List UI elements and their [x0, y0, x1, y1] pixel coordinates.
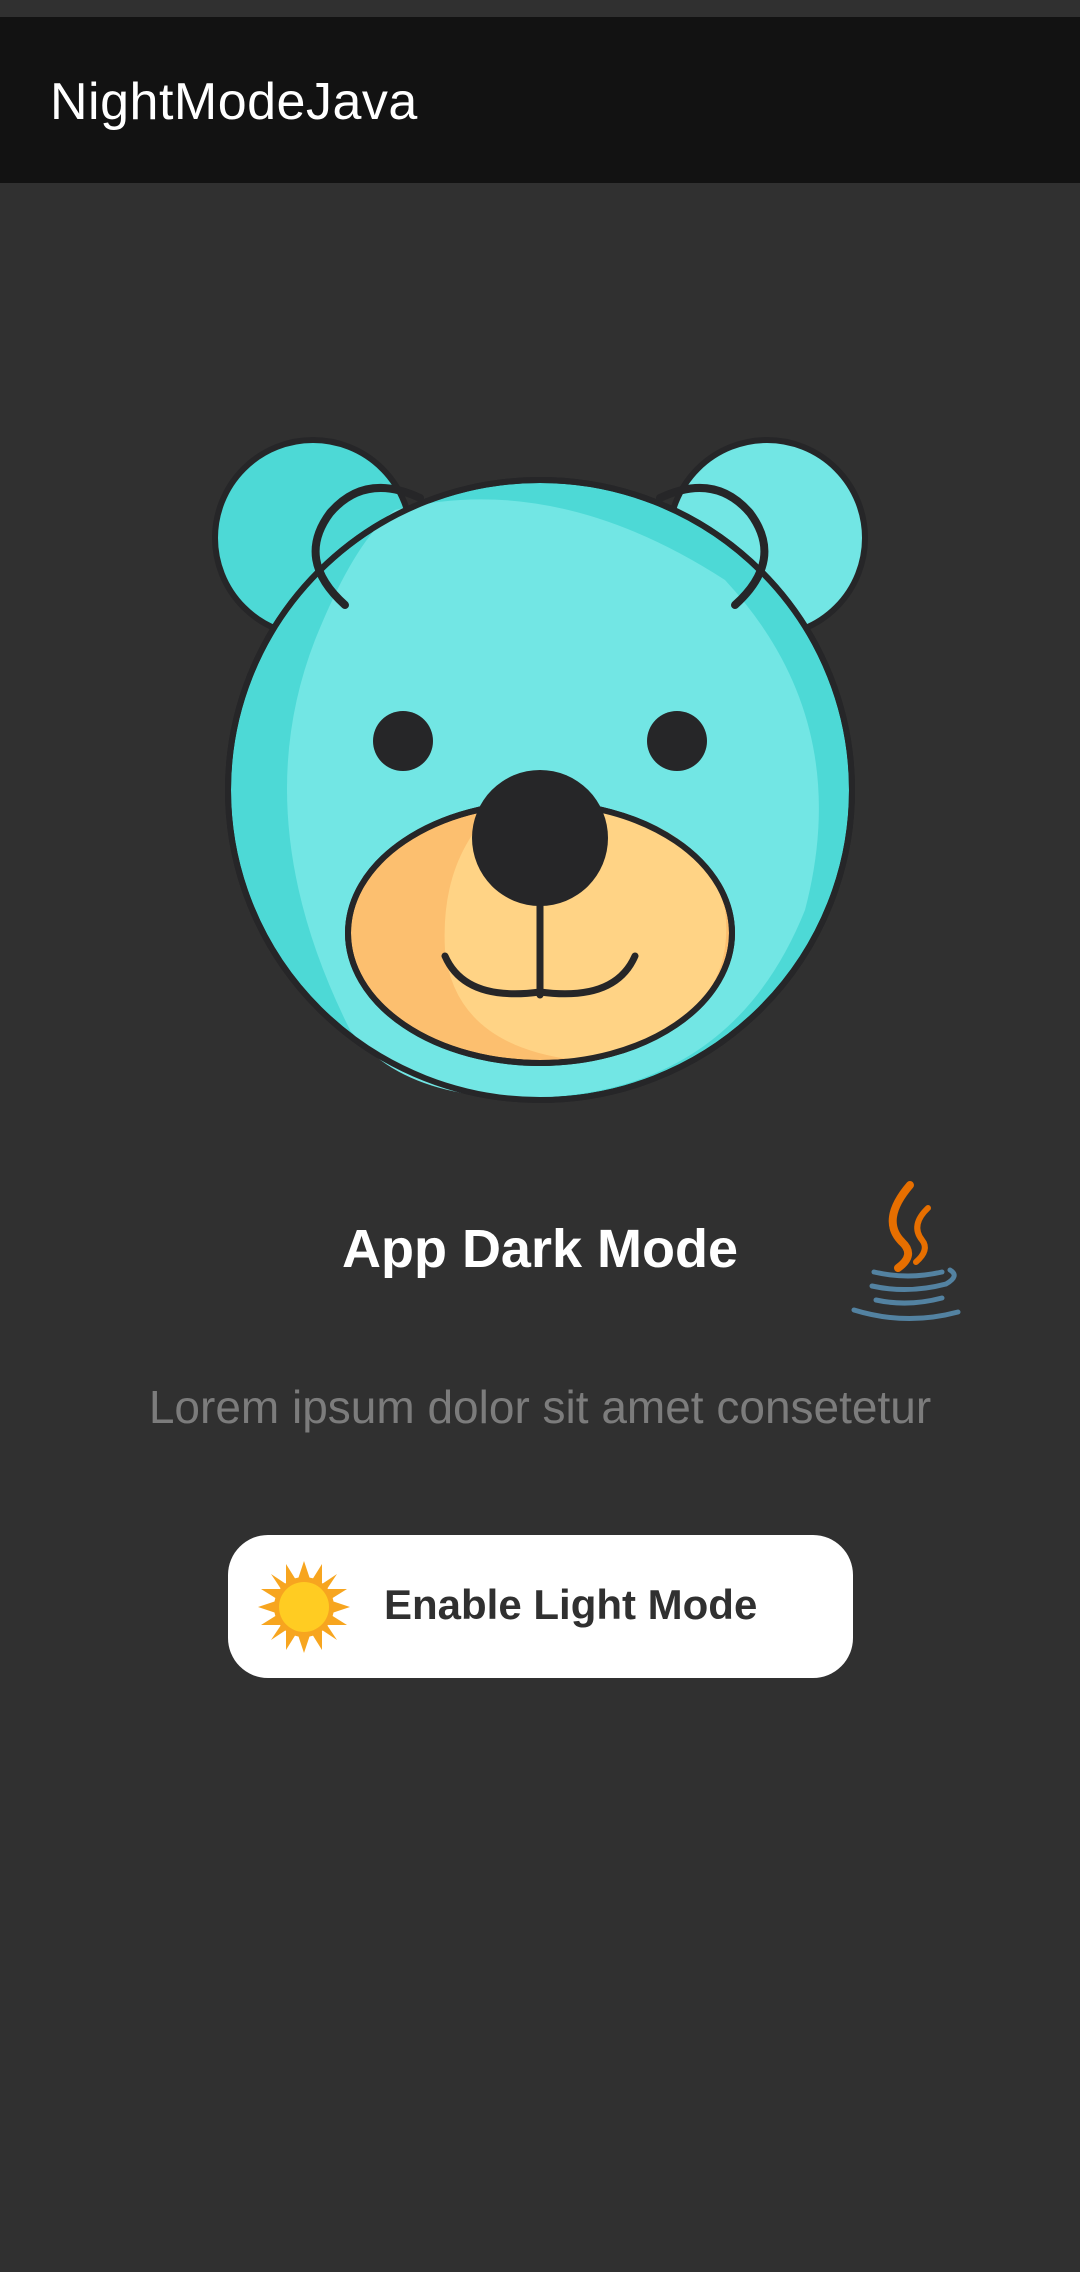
subtitle-text: Lorem ipsum dolor sit amet consetetur [148, 1381, 932, 1433]
bear-icon [212, 437, 868, 1103]
app-bar: NightModeJava [0, 17, 1080, 183]
status-bar [0, 0, 1080, 17]
sun-icon [258, 1561, 350, 1653]
app-title: NightModeJava [50, 73, 418, 131]
java-logo-icon [851, 1181, 961, 1322]
enable-light-mode-label: Enable Light Mode [384, 1581, 758, 1628]
page-heading: App Dark Mode [341, 1219, 739, 1279]
enable-light-mode-button[interactable]: Enable Light Mode [228, 1535, 853, 1678]
